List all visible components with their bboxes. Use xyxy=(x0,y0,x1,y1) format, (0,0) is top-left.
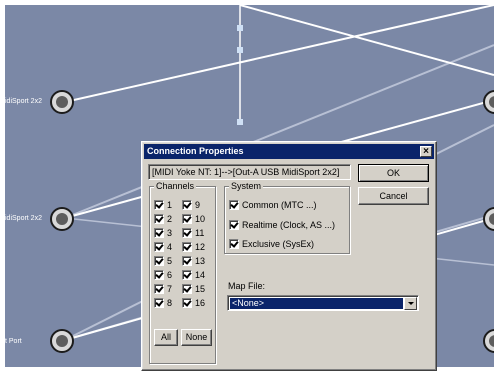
checkbox-icon[interactable] xyxy=(154,200,164,210)
checkbox-icon[interactable] xyxy=(182,298,192,308)
checkbox-icon[interactable] xyxy=(154,284,164,294)
checkbox-label: 3 xyxy=(167,228,173,238)
checkbox-label: 13 xyxy=(195,256,206,266)
channel-10-checkbox[interactable]: 10 xyxy=(182,213,205,225)
realtime-clock-checkbox[interactable]: Realtime (Clock, AS ...) xyxy=(229,219,335,231)
checkbox-label: 4 xyxy=(167,242,173,252)
map-file-label: Map File: xyxy=(228,281,266,291)
checkbox-icon[interactable] xyxy=(182,270,192,280)
checkbox-label: 15 xyxy=(195,284,206,294)
wire-handle[interactable] xyxy=(237,25,243,31)
checkbox-label: 9 xyxy=(195,200,201,210)
midi-din-icon[interactable] xyxy=(50,329,74,353)
dialog-titlebar[interactable]: Connection Properties × xyxy=(144,144,434,159)
checkbox-icon[interactable] xyxy=(229,200,239,210)
checkbox-label: 12 xyxy=(195,242,206,252)
channel-16-checkbox[interactable]: 16 xyxy=(182,297,205,309)
channel-13-checkbox[interactable]: 13 xyxy=(182,255,205,267)
checkbox-icon[interactable] xyxy=(182,256,192,266)
channel-4-checkbox[interactable]: 4 xyxy=(154,241,172,253)
checkbox-label: 14 xyxy=(195,270,206,280)
connection-properties-dialog: Connection Properties × [MIDI Yoke NT: 1… xyxy=(141,141,437,371)
wire-handle[interactable] xyxy=(237,47,243,53)
checkbox-icon[interactable] xyxy=(154,242,164,252)
channels-legend: Channels xyxy=(154,181,197,191)
port-label: idiSport 2x2 xyxy=(5,215,42,222)
checkbox-icon[interactable] xyxy=(229,239,239,249)
checkbox-icon[interactable] xyxy=(154,298,164,308)
port-label: idiSport 2x2 xyxy=(5,98,42,105)
channel-7-checkbox[interactable]: 7 xyxy=(154,283,172,295)
midi-din-icon[interactable] xyxy=(50,207,74,231)
checkbox-icon[interactable] xyxy=(182,284,192,294)
close-icon[interactable]: × xyxy=(420,146,432,157)
channel-11-checkbox[interactable]: 11 xyxy=(182,227,204,239)
checkbox-icon[interactable] xyxy=(229,220,239,230)
cancel-button[interactable]: Cancel xyxy=(358,187,429,205)
channel-8-checkbox[interactable]: 8 xyxy=(154,297,172,309)
checkbox-label: Realtime (Clock, AS ...) xyxy=(242,220,336,230)
all-channels-button[interactable]: All xyxy=(154,329,178,346)
checkbox-icon[interactable] xyxy=(154,228,164,238)
checkbox-label: 16 xyxy=(195,298,206,308)
channel-12-checkbox[interactable]: 12 xyxy=(182,241,205,253)
map-file-value: <None> xyxy=(230,298,403,309)
checkbox-icon[interactable] xyxy=(182,200,192,210)
channel-3-checkbox[interactable]: 3 xyxy=(154,227,172,239)
channels-group: Channels 1 2 3 4 5 6 7 8 9 10 11 12 13 1… xyxy=(149,181,216,364)
checkbox-icon[interactable] xyxy=(182,228,192,238)
chevron-down-icon[interactable] xyxy=(404,297,417,310)
checkbox-icon[interactable] xyxy=(182,242,192,252)
connection-wire[interactable] xyxy=(239,5,494,76)
connection-description: [MIDI Yoke NT: 1]-->[Out-A USB MidiSport… xyxy=(148,164,351,180)
checkbox-label: 6 xyxy=(167,270,173,280)
ok-button[interactable]: OK xyxy=(358,164,429,182)
midi-din-icon[interactable] xyxy=(50,90,74,114)
channel-15-checkbox[interactable]: 15 xyxy=(182,283,205,295)
checkbox-label: 1 xyxy=(167,200,173,210)
checkbox-label: 7 xyxy=(167,284,173,294)
checkbox-label: 10 xyxy=(195,214,206,224)
system-legend: System xyxy=(229,181,264,191)
no-channels-button[interactable]: None xyxy=(181,329,212,346)
checkbox-label: Common (MTC ...) xyxy=(242,200,317,210)
checkbox-icon[interactable] xyxy=(182,214,192,224)
channel-2-checkbox[interactable]: 2 xyxy=(154,213,172,225)
checkbox-label: 2 xyxy=(167,214,173,224)
port-label: t Port xyxy=(5,338,22,345)
channel-6-checkbox[interactable]: 6 xyxy=(154,269,172,281)
map-file-select[interactable]: <None> xyxy=(227,295,419,311)
common-mtc-checkbox[interactable]: Common (MTC ...) xyxy=(229,199,317,211)
checkbox-label: 11 xyxy=(195,228,205,238)
checkbox-label: 8 xyxy=(167,298,173,308)
channel-9-checkbox[interactable]: 9 xyxy=(182,199,200,211)
checkbox-icon[interactable] xyxy=(154,256,164,266)
channel-5-checkbox[interactable]: 5 xyxy=(154,255,172,267)
system-group: System Common (MTC ...) Realtime (Clock,… xyxy=(224,181,350,254)
checkbox-label: 5 xyxy=(167,256,173,266)
checkbox-icon[interactable] xyxy=(154,214,164,224)
wire-handle[interactable] xyxy=(237,119,243,125)
connection-wire[interactable] xyxy=(64,5,494,103)
channel-1-checkbox[interactable]: 1 xyxy=(154,199,172,211)
dialog-title: Connection Properties xyxy=(147,146,244,156)
channel-14-checkbox[interactable]: 14 xyxy=(182,269,205,281)
checkbox-icon[interactable] xyxy=(154,270,164,280)
checkbox-label: Exclusive (SysEx) xyxy=(242,239,315,249)
exclusive-sysex-checkbox[interactable]: Exclusive (SysEx) xyxy=(229,238,314,250)
